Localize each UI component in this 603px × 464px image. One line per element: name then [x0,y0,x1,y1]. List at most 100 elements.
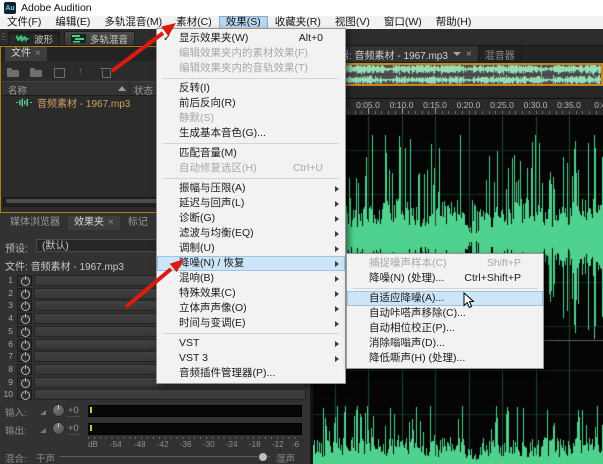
slot-power-button[interactable] [17,389,32,401]
power-icon [21,352,30,363]
ruler-tick [347,111,349,114]
ruler-tick [381,111,383,114]
menubar-item[interactable]: 帮助(H) [429,16,479,29]
tab-media-browser[interactable]: 媒体浏览器 [4,216,66,230]
effects-menu-item[interactable]: 滤波与均衡(EQ) [157,226,345,241]
slot-power-button[interactable] [17,287,32,299]
tab-files[interactable]: 文件 × [5,47,47,61]
move-up-icon[interactable] [76,66,90,78]
noise-submenu-item[interactable]: 自动相位校正(P)... [347,321,543,336]
effects-menu-item[interactable]: 自动修复选区(H) Ctrl+U [157,161,345,176]
slot-power-button[interactable] [17,300,32,312]
chevron-down-icon[interactable] [452,52,461,56]
ruler-tick [354,111,356,114]
noise-submenu-item[interactable]: 捕捉噪声样本(C) Shift+P [347,256,543,271]
effects-menu-item[interactable]: 混响(B) [157,271,345,286]
effects-menu-item-label: 静默(S) [179,112,214,124]
mix-slider-track[interactable] [60,456,270,457]
column-name[interactable]: 名称 [8,83,27,97]
noise-submenu-item[interactable]: 消除嗡嗡声(D)... [347,336,543,351]
editor-tab-bar: 编辑器: 音频素材 - 1967.mp3 × 混音器 [313,46,603,62]
slot-power-button[interactable] [17,376,32,388]
effects-menu-item[interactable]: 匹配音量(M) [157,146,345,161]
noise-submenu-item[interactable]: 降噪(N) (处理)... Ctrl+Shift+P [347,271,543,286]
effects-menu-item-label: 反转(I) [179,82,210,94]
effects-menu-item-label: 混响(B) [179,272,214,284]
effects-menu-item-label: 调制(U) [179,242,215,254]
effects-menu-item[interactable]: 前后反向(R) [157,96,345,111]
noise-submenu-item-label: 降低嘶声(H) (处理)... [369,352,466,364]
effects-menu-item[interactable]: 时间与变调(E) [157,316,345,331]
effects-menu-item[interactable]: 降噪(N) / 恢复 [157,256,345,271]
open-file-icon[interactable] [7,67,21,78]
slot-power-button[interactable] [17,275,32,286]
effects-menu-item[interactable]: ✓ 显示效果夹(W) Alt+0 [157,31,345,46]
effects-menu-item[interactable]: 编辑效果夹内的素材效果(F) [157,46,345,61]
effects-menu-item-label: VST 3 [179,352,208,364]
effects-menu-item[interactable]: 诊断(G) [157,211,345,226]
slot-power-button[interactable] [17,313,32,325]
noise-submenu-item[interactable]: 降低嘶声(H) (处理)... [347,351,543,366]
delete-icon[interactable] [99,67,113,78]
waveform-button-label: 波形 [34,34,54,46]
close-icon[interactable]: × [108,217,114,228]
menubar-item[interactable]: 文件(F) [0,16,48,29]
tab-mixer[interactable]: 混音器 [479,46,522,62]
db-scale-ticks [88,437,300,439]
menubar-item[interactable]: 编辑(E) [48,16,97,29]
ruler-tick [528,111,530,114]
input-gain-value[interactable]: +0 [68,405,79,417]
slot-power-button[interactable] [17,351,32,363]
effects-menu-item[interactable]: 调制(U) [157,241,345,256]
ruler-time-label: 0:05.0 [356,100,380,110]
ruler-tick [495,111,497,114]
effects-menu-item[interactable]: 特殊效果(C) [157,286,345,301]
input-knob[interactable] [52,404,65,417]
ruler-tick [569,111,570,114]
output-knob[interactable] [52,422,65,435]
slot-power-button[interactable] [17,338,32,350]
effects-menu-item[interactable]: 反转(I) [157,81,345,96]
dry-label: 干声 [36,454,56,464]
ruler-time-label: 0:25.0 [490,100,514,110]
submenu-arrow-icon [335,230,339,237]
effects-menu-item[interactable]: 生成基本音色(G)... [157,126,345,141]
slot-effect-bar[interactable] [34,389,306,401]
effects-menu-item[interactable]: 立体声声像(O) [157,301,345,316]
overview-waveform-canvas[interactable] [313,63,603,86]
import-file-icon[interactable] [30,67,44,78]
close-icon[interactable]: × [466,49,472,60]
input-label: 输入: [5,408,27,419]
close-icon[interactable]: × [35,48,41,59]
slot-number: 1 [8,275,13,285]
effects-menu-item[interactable]: VST [157,336,345,351]
timeline-ruler[interactable]: 0:05.0 0:10.0 0:15.0 0:20.0 0:25.0 0:30.0 0:35… [313,99,603,116]
tab-markers[interactable]: 标记 [122,216,154,230]
waveform-overview[interactable] [313,63,603,86]
multitrack-view-button[interactable]: 多轨混音 [64,31,136,46]
output-gain-value[interactable]: +0 [68,423,79,435]
effects-menu-item[interactable]: 振幅与压限(A) [157,181,345,196]
column-status[interactable]: 状态 [134,83,153,97]
effects-menu-item[interactable]: VST 3 [157,351,345,366]
ruler-tick [481,111,483,114]
rack-file-row: 文件: 音频素材 - 1967.mp3 [5,258,124,273]
effects-menu-item[interactable]: 延迟与回声(L) [157,196,345,211]
insert-multitrack-icon[interactable] [53,67,67,78]
effects-menu-item[interactable]: 静默(S) [157,111,345,126]
mix-slider-handle[interactable] [258,452,268,462]
effects-menu-item-label: 生成基本音色(G)... [179,127,266,139]
effects-menu-item[interactable]: 编辑效果夹内的音轨效果(T) [157,61,345,76]
tab-effects-rack[interactable]: 效果夹 × [68,216,120,230]
column-divider[interactable] [129,82,130,95]
waveform-view-button[interactable]: 波形 [8,31,61,46]
mixer-tab-label: 混音器 [484,50,515,62]
noise-submenu-item[interactable]: 自适应降噪(A)... [347,291,543,306]
slot-power-button[interactable] [17,325,32,337]
noise-submenu-item[interactable]: 自动咔嗒声移除(C)... [347,306,543,321]
noise-submenu-item-label: 捕捉噪声样本(C) [369,257,447,269]
effects-menu-item[interactable]: 音频插件管理器(P)... [157,366,345,381]
slot-power-button[interactable] [17,363,32,375]
editor-toolbar-strip [313,86,603,99]
menubar-item[interactable]: 窗口(W) [377,16,429,29]
